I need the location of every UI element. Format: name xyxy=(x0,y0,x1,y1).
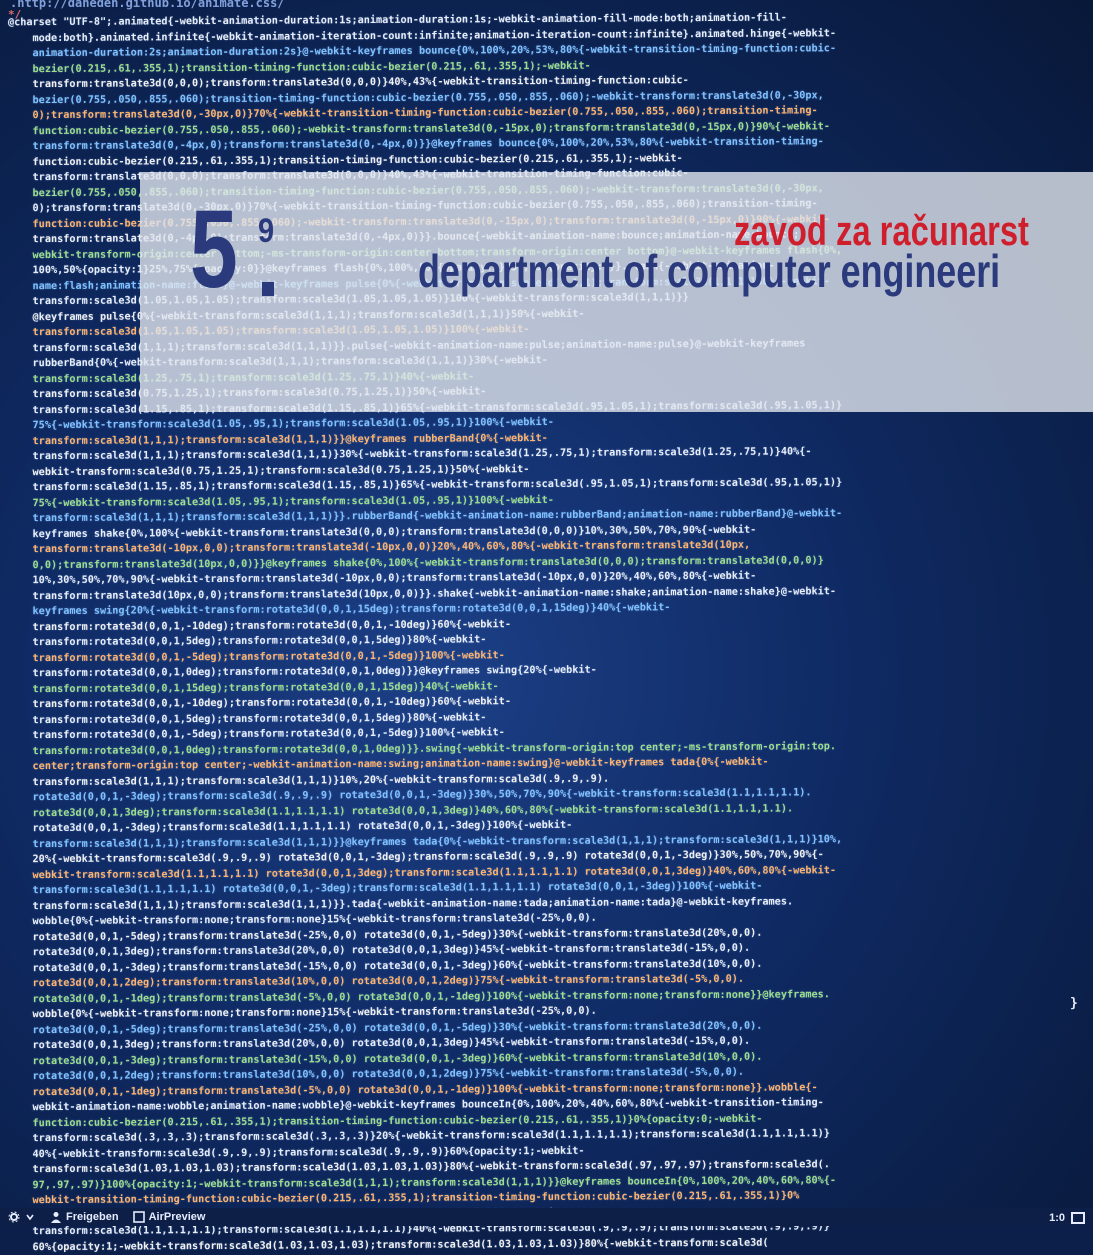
preview-toggle-icon[interactable] xyxy=(1071,1212,1085,1224)
status-bar: Freigeben AirPreview xyxy=(0,1208,1093,1226)
institution-name-english: department of computer engineeri xyxy=(418,245,1001,297)
window-icon xyxy=(132,1211,145,1223)
zoom-level[interactable]: 1:0 xyxy=(1049,1212,1065,1224)
url-line: .http://daneden.github.io/animate.css/ xyxy=(10,0,285,10)
airpreview-button[interactable]: AirPreview xyxy=(132,1211,206,1223)
share-label: Freigeben xyxy=(66,1211,119,1223)
closing-brace: } xyxy=(1070,996,1078,1011)
logo-digit: 5 xyxy=(190,188,238,311)
logo-dot xyxy=(262,282,274,296)
logo-superscript: 9 xyxy=(258,212,275,250)
share-button[interactable]: Freigeben xyxy=(50,1211,119,1223)
gear-icon xyxy=(8,1211,20,1223)
settings-menu[interactable] xyxy=(8,1211,36,1223)
person-icon xyxy=(51,1212,61,1223)
airpreview-label: AirPreview xyxy=(148,1211,206,1223)
chevron-down-icon xyxy=(26,1214,34,1221)
